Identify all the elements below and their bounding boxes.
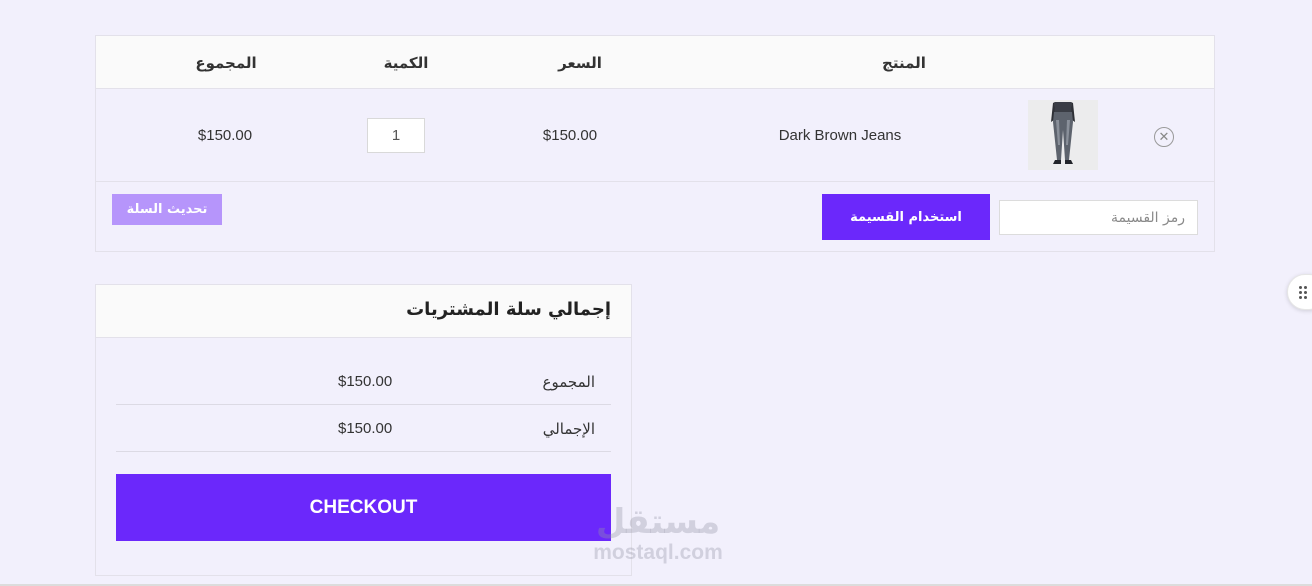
- totals-row-subtotal: المجموع $150.00: [116, 358, 611, 405]
- apply-coupon-button[interactable]: استخدام القسيمة: [822, 194, 990, 240]
- side-drag-handle[interactable]: [1287, 274, 1312, 310]
- cart-table-header: المنتج السعر الكمية المجموع: [96, 36, 1214, 89]
- product-price: $150.00: [542, 127, 598, 144]
- remove-item-button[interactable]: ✕: [1154, 127, 1174, 147]
- header-subtotal: المجموع: [195, 55, 257, 72]
- product-subtotal: $150.00: [197, 127, 253, 144]
- cart-table: المنتج السعر الكمية المجموع ✕ Dark Brown…: [95, 35, 1215, 252]
- totals-row-total: الإجمالي $150.00: [116, 405, 611, 452]
- subtotal-value: $150.00: [338, 373, 393, 390]
- total-label: الإجمالي: [542, 420, 595, 438]
- cart-totals-header: إجمالي سلة المشتريات: [96, 285, 631, 338]
- jeans-image: [1028, 100, 1098, 170]
- total-value: $150.00: [338, 420, 393, 437]
- coupon-code-input[interactable]: [999, 200, 1198, 235]
- table-row: ✕ Dark Brown Jeans $150.00 $150.00: [96, 89, 1214, 182]
- header-product: المنتج: [882, 55, 926, 72]
- cart-totals: إجمالي سلة المشتريات المجموع $150.00 الإ…: [95, 284, 632, 576]
- header-price: السعر: [558, 55, 602, 72]
- subtotal-label: المجموع: [542, 373, 595, 391]
- update-cart-button[interactable]: تحديث السلة: [112, 194, 222, 225]
- cart-totals-title: إجمالي سلة المشتريات: [406, 299, 611, 320]
- quantity-input[interactable]: [367, 118, 425, 153]
- product-name[interactable]: Dark Brown Jeans: [779, 127, 902, 144]
- close-circle-icon: ✕: [1158, 129, 1170, 144]
- checkout-button[interactable]: CHECKOUT: [116, 474, 611, 541]
- header-quantity: الكمية: [383, 55, 429, 72]
- product-thumbnail[interactable]: [1028, 100, 1098, 170]
